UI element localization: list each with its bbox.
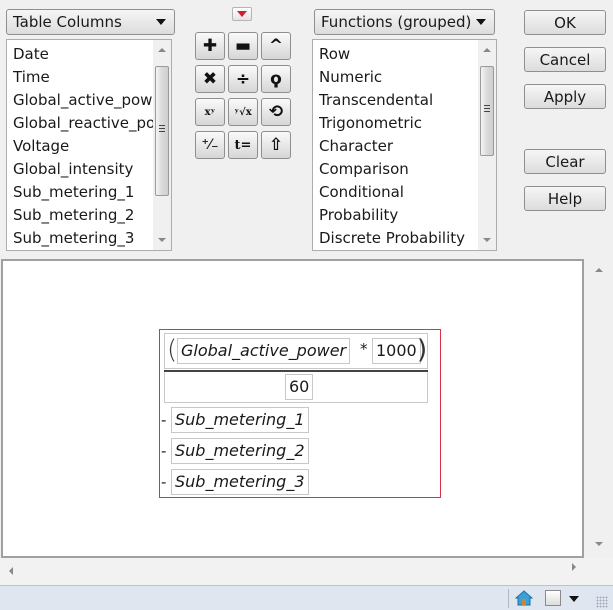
table-columns-label: Table Columns [13, 13, 122, 31]
ok-button[interactable]: OK [524, 10, 606, 35]
peel-icon: ⇧ [268, 135, 284, 155]
function-group-list-item[interactable]: Row [319, 43, 478, 66]
swap-button[interactable]: ⟲ [261, 98, 291, 126]
subtract-button[interactable]: ▬ [228, 32, 258, 60]
scroll-thumb[interactable] [480, 66, 494, 156]
function-group-list-item[interactable]: Numeric [319, 66, 478, 89]
left-paren-icon: ( [167, 335, 178, 365]
column-list-item[interactable]: Sub_metering_2 [13, 204, 153, 227]
multiply-operator: * [360, 340, 368, 358]
columns-list-scrollbar[interactable] [153, 40, 171, 250]
column-list-item[interactable]: Global_intensity [13, 158, 153, 181]
formula-denominator[interactable]: 60 [164, 372, 428, 403]
function-group-list-item[interactable]: Comparison [319, 158, 478, 181]
peel-button[interactable]: ⇧ [261, 131, 291, 159]
subtract-icon: ▬ [234, 36, 252, 56]
home-icon[interactable] [514, 590, 534, 606]
scroll-up-icon[interactable] [158, 48, 166, 52]
add-button[interactable]: ✚ [195, 32, 225, 60]
change-sign-button[interactable]: ⁺⁄₋ [195, 131, 225, 159]
scroll-right-icon[interactable] [572, 563, 576, 571]
scroll-left-icon[interactable] [9, 567, 13, 575]
column-list-item[interactable]: Global_active_power [13, 89, 153, 112]
root-icon: ʸ√x [234, 106, 252, 118]
red-triangle-menu-icon [237, 11, 247, 17]
column-list-item[interactable]: Date [13, 43, 153, 66]
apply-button[interactable]: Apply [524, 84, 606, 109]
scroll-thumb[interactable] [155, 66, 169, 196]
local-variable-button[interactable]: ϙ [261, 65, 291, 93]
chevron-down-icon [476, 19, 486, 25]
add-icon: ✚ [202, 36, 218, 56]
swap-icon: ⟲ [268, 102, 284, 122]
minus-operator: - [161, 411, 167, 429]
multiply-button[interactable]: ✖ [195, 65, 225, 93]
resize-grip-icon[interactable] [596, 596, 608, 608]
raise-power-caret-icon: ^ [268, 36, 284, 56]
status-bar [0, 585, 613, 610]
minus-operator: - [161, 473, 167, 491]
scroll-down-icon[interactable] [483, 238, 491, 242]
help-button[interactable]: Help [524, 186, 606, 211]
column-term-global-active-power[interactable]: Global_active_power [177, 338, 351, 364]
columns-list[interactable]: Date Time Global_active_power Global_reacti… [6, 39, 172, 251]
status-divider [508, 589, 509, 608]
multiply-icon: ✖ [202, 69, 218, 89]
editor-vertical-scrollbar[interactable] [586, 259, 613, 558]
power-xy-icon: xʸ [204, 106, 216, 118]
divide-button[interactable]: ÷ [228, 65, 258, 93]
function-group-list-item[interactable]: Discrete Probability [319, 227, 478, 250]
function-group-list-item[interactable]: Character [319, 135, 478, 158]
operators-menu-button[interactable] [232, 7, 252, 21]
change-sign-icon: ⁺⁄₋ [201, 137, 219, 153]
function-group-list-item[interactable]: Probability [319, 204, 478, 227]
scroll-down-icon[interactable] [595, 542, 603, 546]
function-group-list-item[interactable]: Transcendental [319, 89, 478, 112]
functions-list-scrollbar[interactable] [478, 40, 496, 250]
operator-keypad: ✚ ▬ ^ ✖ ÷ ϙ xʸ ʸ√x ⟲ ⁺⁄₋ t= ⇧ [195, 32, 295, 160]
horizontal-scrollbar[interactable] [0, 558, 613, 585]
scroll-up-icon[interactable] [595, 268, 603, 272]
scroll-up-icon[interactable] [483, 48, 491, 52]
formula-expression[interactable]: ( Global_active_power * 1000 ) 60 - Sub_m… [159, 329, 441, 498]
raise-power-caret-button[interactable]: ^ [261, 32, 291, 60]
column-list-item[interactable]: Time [13, 66, 153, 89]
local-variable-icon: ϙ [270, 69, 282, 89]
functions-dropdown[interactable]: Functions (grouped) [314, 9, 495, 35]
column-term-sub-metering[interactable]: Sub_metering_2 [171, 438, 309, 464]
column-list-item[interactable]: Voltage [13, 135, 153, 158]
functions-list[interactable]: Row Numeric Transcendental Trigonometric Cha… [312, 39, 497, 251]
constant-term-1000[interactable]: 1000 [372, 338, 421, 364]
table-columns-dropdown[interactable]: Table Columns [6, 9, 175, 35]
formula-numerator[interactable]: ( Global_active_power * 1000 ) [164, 333, 428, 369]
checkbox-icon[interactable] [545, 590, 561, 606]
functions-dropdown-label: Functions (grouped) [321, 13, 472, 31]
clear-button[interactable]: Clear [524, 149, 606, 174]
assign-button[interactable]: t= [228, 131, 258, 159]
column-term-sub-metering[interactable]: Sub_metering_3 [171, 469, 309, 495]
assign-icon: t= [234, 137, 252, 153]
function-group-list-item[interactable]: Trigonometric [319, 112, 478, 135]
column-list-item[interactable]: Global_reactive_power [13, 112, 153, 135]
chevron-down-icon [156, 19, 166, 25]
root-button[interactable]: ʸ√x [228, 98, 258, 126]
function-group-list-item[interactable]: Conditional [319, 181, 478, 204]
minus-operator: - [161, 442, 167, 460]
dropdown-arrow-icon[interactable] [569, 596, 579, 602]
scroll-down-icon[interactable] [158, 238, 166, 242]
constant-term-60[interactable]: 60 [285, 374, 314, 400]
cancel-button[interactable]: Cancel [524, 47, 606, 72]
divide-icon: ÷ [235, 69, 251, 89]
power-xy-button[interactable]: xʸ [195, 98, 225, 126]
column-list-item[interactable]: Sub_metering_3 [13, 227, 153, 250]
right-paren-icon: ) [417, 335, 428, 365]
column-term-sub-metering[interactable]: Sub_metering_1 [171, 407, 309, 433]
column-list-item[interactable]: Sub_metering_1 [13, 181, 153, 204]
